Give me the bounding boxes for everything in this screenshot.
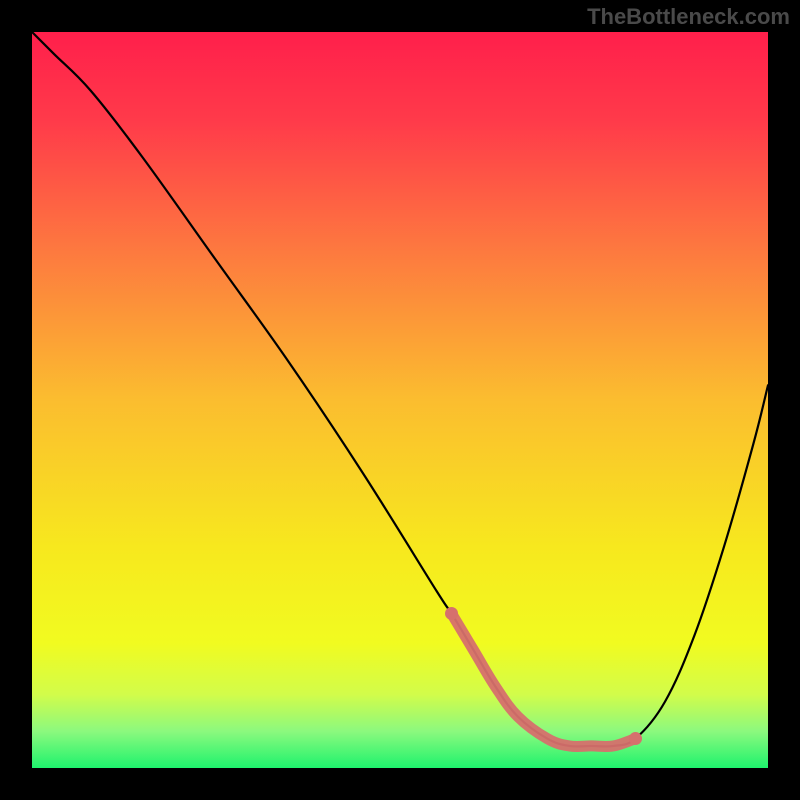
optimal-endpoint-0 bbox=[445, 607, 458, 620]
watermark: TheBottleneck.com bbox=[587, 4, 790, 30]
optimal-endpoint-1 bbox=[629, 732, 642, 745]
chart-svg bbox=[32, 32, 768, 768]
chart-container: TheBottleneck.com bbox=[0, 0, 800, 800]
plot-area bbox=[32, 32, 768, 768]
gradient-background bbox=[32, 32, 768, 768]
